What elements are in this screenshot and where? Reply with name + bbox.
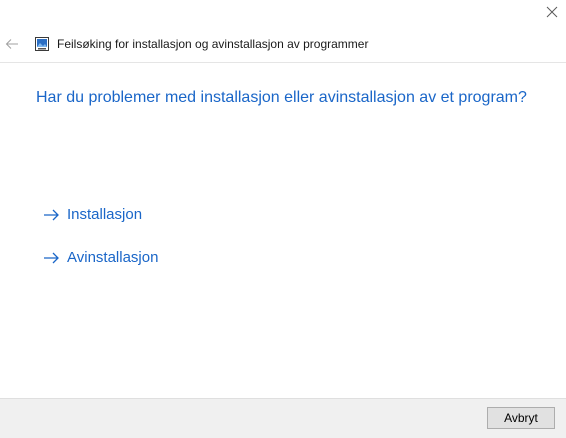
arrow-right-icon: [44, 209, 59, 221]
cancel-button[interactable]: Avbryt: [487, 407, 555, 429]
window-title: Feilsøking for installasjon og avinstall…: [57, 37, 369, 51]
arrow-right-icon: [44, 252, 59, 264]
troubleshooter-app-icon: [35, 37, 49, 51]
install-option-label: Installasjon: [67, 206, 143, 223]
footer-bar: Avbryt: [0, 398, 566, 438]
back-arrow-icon: [5, 39, 18, 49]
close-icon: [546, 6, 558, 18]
uninstall-option-link[interactable]: Avinstallasjon: [42, 248, 158, 268]
close-button[interactable]: [540, 2, 564, 22]
title-bar: Feilsøking for installasjon og avinstall…: [0, 26, 566, 63]
uninstall-option-label: Avinstallasjon: [67, 249, 159, 266]
back-button[interactable]: [2, 32, 22, 56]
install-option-link[interactable]: Installasjon: [42, 205, 142, 225]
main-heading: Har du problemer med installasjon eller …: [36, 89, 527, 106]
